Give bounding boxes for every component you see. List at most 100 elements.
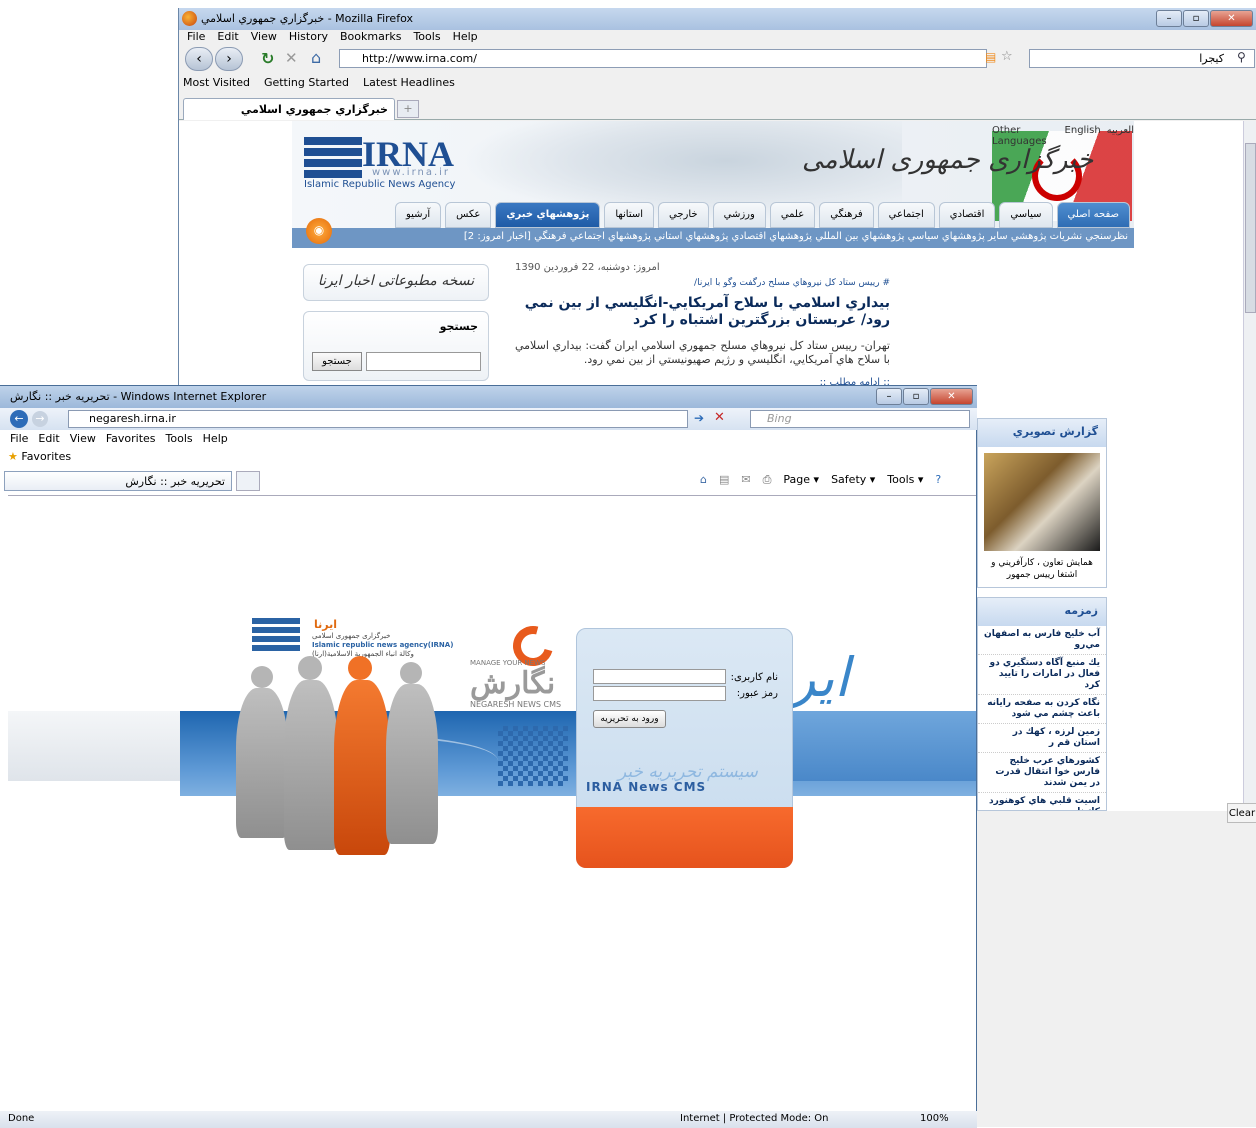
safety-menu[interactable]: Safety ▾	[831, 473, 875, 487]
nav-tab-provinces[interactable]: استانها	[604, 202, 655, 228]
address-bar[interactable]: http://www.irna.com/	[339, 49, 987, 68]
print-icon[interactable]: ⎙	[763, 473, 772, 487]
ie-favorites-bar: ★ Favorites	[8, 450, 71, 463]
rss-icon[interactable]: ◉	[306, 218, 332, 244]
site-search-button[interactable]: جستجو	[312, 352, 362, 371]
username-input[interactable]	[593, 669, 726, 684]
feeds-icon[interactable]: ▤	[719, 473, 729, 487]
page-menu[interactable]: Page ▾	[783, 473, 819, 487]
tools-menu[interactable]: Tools ▾	[887, 473, 923, 487]
zamzameh-item[interactable]: يك منبع آگاه دستگيري دو فعال در امارات ر…	[978, 655, 1106, 695]
bookmark-getting-started[interactable]: Getting Started	[264, 76, 349, 89]
photo-report-image[interactable]	[984, 453, 1100, 551]
search-icon[interactable]: ⚲	[1237, 50, 1246, 64]
bookmark-latest-headlines[interactable]: Latest Headlines	[363, 76, 455, 89]
minimize-icon[interactable]: –	[1156, 10, 1182, 27]
site-search-input[interactable]	[366, 352, 481, 371]
ie-titlebar: تحريريه خبر :: نگارش - Windows Internet …	[0, 386, 977, 408]
zamzameh-item[interactable]: نگاه كردن به صفحه رايانه باعث چشم مي شود	[978, 695, 1106, 724]
lang-english[interactable]: English	[1065, 125, 1101, 147]
menu-tools[interactable]: Tools	[411, 30, 442, 43]
nav-tab-economy[interactable]: اقتصادي	[938, 202, 996, 228]
nav-tab-foreign[interactable]: خارجي	[658, 202, 709, 228]
negaresh-logo-fa: نگارش	[470, 666, 556, 701]
menu-file[interactable]: File	[185, 30, 207, 43]
help-icon[interactable]: ?	[935, 473, 941, 487]
menu-history[interactable]: History	[287, 30, 330, 43]
zamzameh-item[interactable]: زمين لرزه ، كهك در استان قم ر	[978, 724, 1106, 753]
photo-report-caption[interactable]: همايش تعاون ، كارآفريني و اشتغا رييس جمه…	[978, 557, 1106, 589]
ie-new-tab-button[interactable]	[236, 471, 260, 491]
minimize-icon[interactable]: –	[876, 388, 902, 405]
site-search-panel: جستجو جستجو	[303, 311, 489, 381]
security-zone[interactable]: Internet | Protected Mode: On	[680, 1113, 828, 1124]
nav-tab-science[interactable]: علمي	[769, 202, 816, 228]
bookmark-star-icon[interactable]: ☆	[1001, 49, 1013, 64]
zamzameh-item[interactable]: آب خليج فارس به اصفهان مي‌رو	[978, 626, 1106, 655]
login-button[interactable]: ورود به تحريريه	[593, 710, 666, 728]
search-box[interactable]: كيجرا	[1029, 49, 1255, 68]
forward-icon[interactable]: →	[32, 411, 48, 427]
clear-button[interactable]: Clear	[1227, 803, 1256, 823]
news-headline[interactable]: بيداري اسلامي با سلاح آمريكايي-انگليسي ا…	[515, 295, 890, 329]
firefox-window-controls: – ▫ ✕	[1156, 10, 1253, 27]
menu-view[interactable]: View	[70, 432, 96, 445]
zamzameh-item[interactable]: كشورهاي عرب خليج فارس خوا انتقال قدرت در…	[978, 753, 1106, 793]
menu-edit[interactable]: Edit	[38, 432, 59, 445]
ie-tab[interactable]: تحريريه خبر :: نگارش	[4, 471, 232, 491]
home-icon[interactable]: ⌂	[700, 473, 707, 487]
lang-arabic[interactable]: العربيه	[1107, 125, 1134, 147]
nav-tab-archive[interactable]: آرشيو	[394, 202, 442, 228]
menu-tools[interactable]: Tools	[166, 432, 193, 445]
menu-file[interactable]: File	[10, 432, 28, 445]
zoom-level[interactable]: 100%	[920, 1113, 949, 1124]
menu-favorites[interactable]: Favorites	[106, 432, 156, 445]
bookmark-most-visited[interactable]: Most Visited	[183, 76, 250, 89]
person-head	[348, 656, 372, 680]
nav-tab-photo[interactable]: عكس	[445, 202, 492, 228]
menu-help[interactable]: Help	[451, 30, 480, 43]
printed-edition-banner[interactable]: نسخه مطبوعاتی اخبار ایرنا	[303, 264, 489, 301]
close-icon[interactable]: ✕	[1210, 10, 1253, 27]
home-icon[interactable]: ⌂	[311, 48, 321, 67]
ie-window: تحريريه خبر :: نگارش - Windows Internet …	[0, 385, 977, 1128]
back-icon[interactable]: ←	[10, 410, 28, 428]
firefox-tab[interactable]: خبرگزاري جمهوري اسلامي	[183, 98, 395, 120]
stop-icon[interactable]: ✕	[285, 49, 298, 67]
nav-tab-culture[interactable]: فرهنگي	[819, 202, 874, 228]
scrollbar-thumb[interactable]	[1245, 143, 1256, 313]
reload-icon[interactable]: ↻	[261, 49, 274, 68]
mail-icon[interactable]: ✉	[741, 473, 750, 487]
nav-tab-home[interactable]: صفحه اصلي	[1056, 202, 1130, 228]
irna-subnav[interactable]: نظرسنجي نشريات پژوهشي ساير پژوهشهاي سياس…	[292, 228, 1134, 248]
maximize-icon[interactable]: ▫	[1183, 10, 1209, 27]
ie-tab-title: تحريريه خبر :: نگارش	[125, 475, 225, 488]
menu-bookmarks[interactable]: Bookmarks	[338, 30, 403, 43]
ie-search-box[interactable]: Bing	[750, 410, 970, 428]
person-head	[251, 666, 273, 688]
nav-tab-research[interactable]: پژوهشهاي خبري	[495, 202, 601, 228]
close-icon[interactable]: ✕	[930, 388, 973, 405]
news-kicker[interactable]: # رييس ستاد كل نيروهاي مسلح درگفت وگو با…	[515, 278, 890, 288]
ie-address-bar[interactable]: negaresh.irna.ir	[68, 410, 688, 428]
rss-feed-icon[interactable]: ▤	[985, 50, 996, 64]
favorites-button[interactable]: ★ Favorites	[8, 450, 71, 463]
maximize-icon[interactable]: ▫	[903, 388, 929, 405]
forward-icon[interactable]: ›	[215, 47, 243, 71]
stop-icon[interactable]: ✕	[714, 410, 725, 425]
menu-help[interactable]: Help	[203, 432, 228, 445]
lang-other[interactable]: Other Languages	[992, 125, 1059, 147]
menu-edit[interactable]: Edit	[215, 30, 240, 43]
nav-tab-social[interactable]: اجتماعي	[877, 202, 935, 228]
firefox-vertical-scrollbar[interactable]	[1243, 121, 1256, 811]
left-band-graphic	[8, 711, 180, 781]
menu-view[interactable]: View	[249, 30, 279, 43]
irna-nav-tabs: صفحه اصلي سياسي اقتصادي اجتماعي فرهنگي ع…	[292, 202, 1134, 228]
nav-tab-politics[interactable]: سياسي	[999, 202, 1053, 228]
new-tab-icon[interactable]: +	[397, 100, 419, 118]
password-input[interactable]	[593, 686, 726, 701]
zamzameh-item[interactable]: اسيت قلبي هاي كوهنورد كاتيناي	[978, 793, 1106, 810]
go-icon[interactable]: ➔	[694, 411, 704, 425]
back-icon[interactable]: ‹	[185, 47, 213, 71]
nav-tab-sports[interactable]: ورزشي	[712, 202, 766, 228]
